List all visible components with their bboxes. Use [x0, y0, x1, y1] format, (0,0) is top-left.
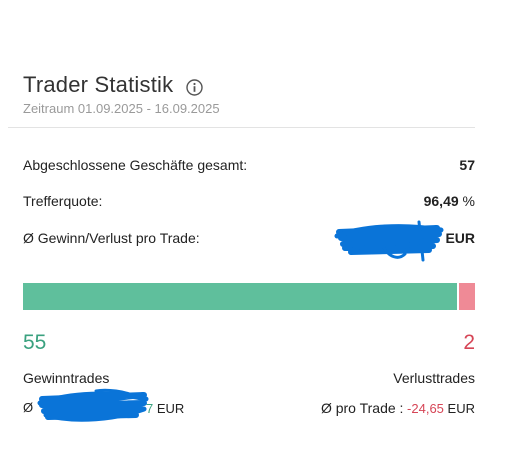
winning-trades-label: Gewinntrades [23, 370, 110, 386]
win-loss-ratio-bar [23, 283, 475, 310]
losers-avg-prefix: Ø pro Trade : [320, 400, 404, 416]
closed-trades-label: Abgeschlossene Geschäfte gesamt: [23, 157, 248, 173]
period-text: Zeitraum 01.09.2025 - 16.09.2025 [23, 101, 220, 116]
winners-avg-row: Ø [23, 400, 33, 415]
hit-rate-label: Trefferquote: [23, 193, 103, 209]
loss-segment [459, 283, 475, 310]
losers-avg-number: -24,65 [407, 401, 444, 416]
hit-rate-unit: % [462, 193, 475, 209]
hit-rate-value: 96,49 % [424, 193, 475, 209]
closed-trades-value: 57 [459, 157, 475, 173]
info-icon[interactable] [186, 79, 203, 96]
redaction-scribble [37, 388, 149, 422]
hit-rate-number: 96,49 [423, 193, 459, 209]
winners-avg-value: 7 EUR [146, 401, 184, 416]
redaction-scribble [334, 220, 444, 262]
losing-trades-label: Verlusttrades [393, 370, 475, 386]
loss-count: 2 [463, 331, 475, 354]
win-count: 55 [23, 331, 47, 354]
avg-pl-unit: EUR [445, 230, 475, 246]
winners-avg-number: 7 [146, 401, 154, 416]
losers-avg-row: Ø pro Trade : -24,65 EUR [321, 400, 475, 416]
avg-pl-label: Ø Gewinn/Verlust pro Trade: [23, 230, 200, 246]
page-title: Trader Statistik [23, 72, 174, 97]
winners-avg-prefix: Ø [23, 400, 34, 415]
divider [8, 127, 475, 128]
win-segment [23, 283, 457, 310]
losers-avg-unit: EUR [447, 401, 475, 416]
trader-statistics-card: Trader Statistik Zeitraum 01.09.2025 - 1… [0, 0, 510, 449]
winners-avg-unit: EUR [156, 401, 185, 416]
